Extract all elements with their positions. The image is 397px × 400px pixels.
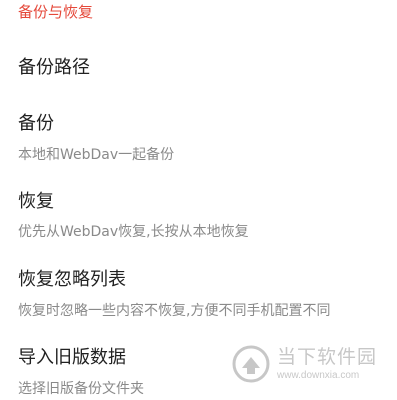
backup-title: 备份 — [18, 113, 54, 134]
backup-summary: 本地和WebDav一起备份 — [18, 147, 175, 163]
restore-title: 恢复 — [18, 191, 54, 212]
import-old-data-title: 导入旧版数据 — [18, 347, 126, 368]
preference-restore-ignore-list[interactable]: 恢复忽略列表 恢复时忽略一些内容不恢复,方便不同手机配置不同 — [0, 262, 397, 328]
watermark: 当下软件园 www.downxia.com — [231, 338, 391, 392]
preference-backup-path[interactable]: 备份路径 — [0, 48, 397, 94]
preference-backup[interactable]: 备份 本地和WebDav一起备份 — [0, 106, 397, 172]
downxia-logo-icon — [232, 345, 270, 383]
import-old-data-summary: 选择旧版备份文件夹 — [18, 381, 144, 397]
watermark-name: 当下软件园 — [277, 346, 378, 368]
section-header-backup-restore: 备份与恢复 — [18, 3, 94, 21]
restore-ignore-summary: 恢复时忽略一些内容不恢复,方便不同手机配置不同 — [18, 303, 331, 319]
preference-restore[interactable]: 恢复 优先从WebDav恢复,长按从本地恢复 — [0, 184, 397, 250]
backup-path-title: 备份路径 — [18, 57, 90, 78]
restore-ignore-title: 恢复忽略列表 — [18, 269, 126, 290]
restore-summary: 优先从WebDav恢复,长按从本地恢复 — [18, 224, 249, 240]
watermark-url: www.downxia.com — [277, 370, 360, 381]
